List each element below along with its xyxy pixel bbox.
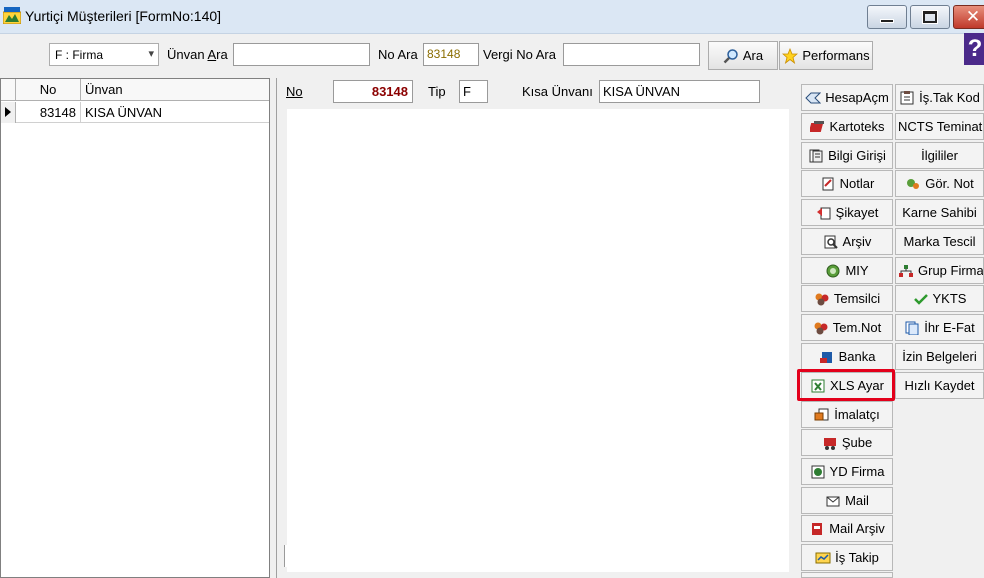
tip-field[interactable]: F	[459, 80, 488, 103]
row-indicator	[1, 102, 16, 123]
tip-label: Tip	[428, 84, 446, 99]
search-icon	[723, 48, 738, 63]
unvan-ara-input[interactable]	[233, 43, 370, 66]
kartoteks-icon	[809, 120, 824, 132]
window-title: Yurtiçi Müşterileri [FormNo:140]	[25, 8, 222, 24]
mailarsiv-icon	[812, 522, 823, 535]
close-button[interactable]: ✕	[953, 5, 984, 29]
sikayet-button[interactable]: Şikayet	[801, 199, 893, 226]
chevron-down-icon: ▾	[148, 48, 154, 60]
sube-icon	[823, 437, 836, 450]
mail-icon	[826, 496, 840, 506]
next-button-partial[interactable]	[801, 572, 893, 578]
detail-edge-field	[284, 545, 287, 567]
banka-button[interactable]: Banka	[801, 343, 893, 370]
close-icon: ✕	[965, 6, 981, 27]
mail-arsiv-button[interactable]: Mail Arşiv	[801, 515, 893, 542]
bilgi-girisi-button[interactable]: Bilgi Girişi	[801, 142, 893, 169]
arsiv-button[interactable]: Arşiv	[801, 228, 893, 255]
is-takip-button[interactable]: İş Takip	[801, 544, 893, 571]
no-field[interactable]: 83148	[333, 80, 413, 103]
istakip-icon	[815, 552, 831, 563]
row-pointer-icon	[5, 107, 11, 117]
no-ara-label: No Ara	[378, 47, 418, 62]
gornot-icon	[907, 178, 920, 189]
customer-grid: No Ünvan 83148 KISA ÜNVAN	[0, 78, 270, 578]
table-row[interactable]: 83148 KISA ÜNVAN	[1, 102, 269, 123]
grid-header: No Ünvan	[1, 79, 269, 101]
imalatci-icon	[814, 408, 829, 420]
minimize-icon	[880, 19, 894, 23]
ara-button-label: Ara	[742, 48, 764, 63]
ara-button[interactable]: Ara	[708, 41, 778, 70]
mail-button[interactable]: Mail	[801, 487, 893, 514]
miy-button[interactable]: MIY	[801, 257, 893, 284]
help-icon[interactable]: ?	[964, 33, 984, 65]
grup-firma-button[interactable]: Grup Firma	[895, 257, 984, 284]
detail-content-area	[287, 109, 789, 572]
imalatci-button[interactable]: İmalatçı	[801, 401, 893, 428]
temnot-icon	[814, 322, 828, 334]
is-tak-kod-button[interactable]: İş.Tak Kod	[895, 84, 984, 111]
title-bar: Yurtiçi Müşterileri [FormNo:140] ✕	[0, 0, 984, 34]
kisa-unvan-label: Kısa Ünvanı	[522, 84, 593, 99]
minimize-button[interactable]	[867, 5, 907, 29]
grid-header-no[interactable]: No	[16, 79, 81, 101]
grupfirma-icon	[899, 264, 913, 277]
sube-button[interactable]: Şube	[801, 429, 893, 456]
temsilci-icon	[815, 293, 829, 305]
filter-select[interactable]: F : Firma ▾	[49, 43, 159, 66]
ydfirma-icon	[811, 465, 825, 478]
notlar-button[interactable]: Notlar	[801, 170, 893, 197]
temsilci-button[interactable]: Temsilci	[801, 285, 893, 312]
star-icon	[782, 47, 799, 64]
notlar-icon	[822, 177, 834, 190]
hesap-icon	[805, 92, 822, 103]
hizli-kaydet-button[interactable]: Hızlı Kaydet	[895, 372, 984, 399]
izin-belgeleri-button[interactable]: İzin Belgeleri	[895, 343, 984, 370]
kisa-unvan-field[interactable]: KISA ÜNVAN	[599, 80, 760, 103]
marka-tescil-button[interactable]: Marka Tescil	[895, 228, 984, 255]
gor-not-button[interactable]: Gör. Not	[895, 170, 984, 197]
vergi-no-ara-input[interactable]	[563, 43, 700, 66]
highlight-box	[797, 369, 895, 401]
app-icon	[3, 7, 21, 24]
istak-icon	[900, 90, 914, 104]
banka-icon	[819, 351, 832, 363]
arsiv-icon	[824, 235, 838, 249]
cell-unvan: KISA ÜNVAN	[85, 105, 163, 120]
filter-select-value: F : Firma	[55, 48, 103, 62]
ykts-button[interactable]: YKTS	[895, 285, 984, 312]
maximize-button[interactable]	[910, 5, 950, 29]
karne-sahibi-button[interactable]: Karne Sahibi	[895, 199, 984, 226]
efat-icon	[905, 321, 919, 335]
no-label: No	[286, 84, 303, 99]
ihr-efat-button[interactable]: İhr E-Fat	[895, 314, 984, 341]
yd-firma-button[interactable]: YD Firma	[801, 458, 893, 485]
bilgi-icon	[809, 149, 823, 162]
unvan-ara-label: Ünvan Ara	[167, 47, 228, 62]
grid-header-corner	[1, 79, 16, 101]
temnot-button[interactable]: Tem.Not	[801, 314, 893, 341]
sikayet-icon	[816, 207, 831, 219]
grid-header-unvan[interactable]: Ünvan	[81, 79, 269, 101]
vergi-no-ara-label: Vergi No Ara	[483, 47, 556, 62]
ilgililer-button[interactable]: İlgililer	[895, 142, 984, 169]
ncts-teminat-button[interactable]: NCTS Teminat	[895, 113, 984, 140]
cell-no: 83148	[16, 102, 81, 123]
no-ara-input[interactable]: 83148	[423, 43, 479, 66]
kartoteks-button[interactable]: Kartoteks	[801, 113, 893, 140]
hesapacm-button[interactable]: HesapAçm	[801, 84, 893, 111]
miy-icon	[826, 264, 840, 277]
performans-button[interactable]: Performans	[779, 41, 873, 70]
check-icon	[913, 293, 928, 305]
performans-button-label: Performans	[802, 48, 870, 63]
maximize-icon	[923, 11, 937, 23]
